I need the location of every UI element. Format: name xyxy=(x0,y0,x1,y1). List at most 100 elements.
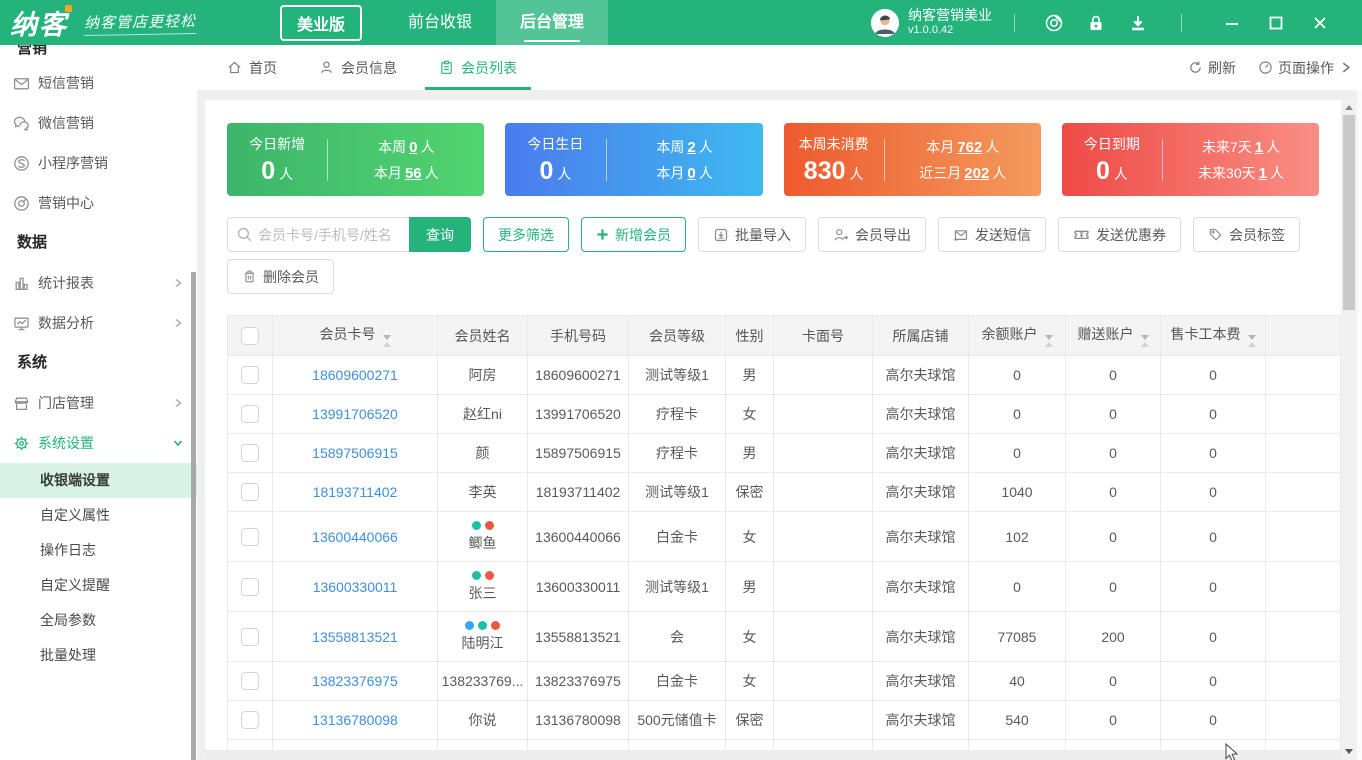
sort-carets[interactable] xyxy=(1248,335,1256,347)
col-card-fee[interactable]: 售卡工本费 xyxy=(1161,316,1266,356)
sort-carets[interactable] xyxy=(1141,335,1149,347)
stat-card-new-today[interactable]: 今日新增 0人 本周0人 本月56人 xyxy=(227,123,484,196)
close-icon[interactable] xyxy=(1298,0,1342,45)
col-card-no[interactable]: 会员卡号 xyxy=(273,316,438,356)
row-checkbox[interactable] xyxy=(241,711,259,729)
sidebar-subitem-cashier-settings[interactable]: 收银端设置 xyxy=(0,463,197,498)
tab-member-info[interactable]: 会员信息 xyxy=(305,45,411,90)
sidebar-item-report[interactable]: 统计报表 xyxy=(0,263,197,303)
member-card-no-link[interactable]: 18193711402 xyxy=(313,484,398,500)
member-toolbar-row2: 删除会员 xyxy=(227,259,1319,294)
member-card-no-link[interactable]: 13600440066 xyxy=(312,529,398,545)
sidebar-subitem-global-params[interactable]: 全局参数 xyxy=(0,603,197,638)
select-all-checkbox[interactable] xyxy=(241,327,259,345)
vertical-scrollbar[interactable] xyxy=(1341,100,1357,760)
scroll-up-arrow[interactable] xyxy=(1345,105,1353,110)
member-card-no-link[interactable]: 18609600271 xyxy=(312,367,398,383)
col-store: 所属店铺 xyxy=(873,316,969,356)
member-card-no-link[interactable]: 13558813521 xyxy=(312,629,398,645)
download-icon[interactable] xyxy=(1128,13,1148,33)
member-card-no-link[interactable]: 15897506915 xyxy=(312,445,398,461)
scrollbar-thumb[interactable] xyxy=(1343,115,1355,310)
search-group: 查询 xyxy=(227,217,471,252)
stat-cards: 今日新增 0人 本周0人 本月56人 今日生日 0人 本周2人 本月0人 xyxy=(227,123,1319,196)
sidebar-subitem-custom-reminder[interactable]: 自定义提醒 xyxy=(0,568,197,603)
send-coupon-button[interactable]: 发送优惠券 xyxy=(1058,217,1181,252)
col-gift[interactable]: 赠送账户 xyxy=(1066,316,1161,356)
query-button[interactable]: 查询 xyxy=(409,217,471,252)
stat-card-expire-today[interactable]: 今日到期 0人 未来7天1人 未来30天1人 xyxy=(1062,123,1319,196)
member-card-no-link[interactable]: 13823376975 xyxy=(312,673,398,689)
card-fee-cell: 0 xyxy=(1161,395,1266,434)
row-checkbox[interactable] xyxy=(241,405,259,423)
tab-member-list[interactable]: 会员列表 xyxy=(425,45,531,90)
filler-cell xyxy=(1266,434,1341,473)
horizontal-scrollbar[interactable] xyxy=(205,750,1341,760)
sidebar-item-system-settings[interactable]: 系统设置 xyxy=(0,423,197,463)
card-no-cell: 13600440066 xyxy=(273,512,438,562)
scroll-down-arrow[interactable] xyxy=(1345,749,1353,754)
name-cell: 你说 xyxy=(438,701,528,740)
sidebar-subitem-operation-log[interactable]: 操作日志 xyxy=(0,533,197,568)
empty-cell xyxy=(774,740,873,751)
sidebar-scrollbar[interactable] xyxy=(191,272,196,760)
sort-carets[interactable] xyxy=(383,335,391,347)
sidebar-item-marketing-center[interactable]: 营销中心 xyxy=(0,183,197,223)
row-checkbox[interactable] xyxy=(241,483,259,501)
add-member-button[interactable]: 新增会员 xyxy=(581,217,686,252)
delete-member-button[interactable]: 删除会员 xyxy=(227,259,334,294)
store-cell: 高尔夫球馆 xyxy=(873,395,969,434)
member-card-no-link[interactable]: 13136780098 xyxy=(312,712,398,728)
row-checkbox[interactable] xyxy=(241,672,259,690)
member-tag-button[interactable]: 会员标签 xyxy=(1193,217,1300,252)
sidebar-section-data: 数据 xyxy=(0,223,197,263)
empty-cell xyxy=(969,740,1066,751)
empty-cell xyxy=(528,740,629,751)
send-sms-button[interactable]: 发送短信 xyxy=(938,217,1046,252)
sidebar-subitem-batch-process[interactable]: 批量处理 xyxy=(0,638,197,673)
nav-back-manage[interactable]: 后台管理 xyxy=(496,0,608,45)
sidebar-item-sms-marketing[interactable]: 短信营销 xyxy=(0,63,197,103)
edition-badge-button[interactable]: 美业版 xyxy=(280,5,362,41)
export-member-button[interactable]: 会员导出 xyxy=(818,217,926,252)
row-checkbox[interactable] xyxy=(241,528,259,546)
refresh-button[interactable]: 刷新 xyxy=(1188,58,1236,78)
row-checkbox[interactable] xyxy=(241,578,259,596)
row-checkbox[interactable] xyxy=(241,444,259,462)
card-fee-cell: 0 xyxy=(1161,473,1266,512)
member-card-no-link[interactable]: 13991706520 xyxy=(312,406,398,422)
tab-home[interactable]: 首页 xyxy=(213,45,291,90)
maximize-icon[interactable] xyxy=(1254,0,1298,45)
trash-icon xyxy=(242,269,257,284)
gauge-icon xyxy=(1258,60,1273,75)
sort-carets[interactable] xyxy=(1045,335,1053,347)
stat-card-no-consume-week[interactable]: 本周未消费 830人 本月762人 近三月202人 xyxy=(784,123,1041,196)
gender-cell: 女 xyxy=(726,662,774,701)
row-checkbox[interactable] xyxy=(241,628,259,646)
sidebar-item-store-manage[interactable]: 门店管理 xyxy=(0,383,197,423)
bar-chart-icon xyxy=(13,275,30,292)
avatar[interactable] xyxy=(871,9,899,37)
sidebar-item-miniapp-marketing[interactable]: 小程序营销 xyxy=(0,143,197,183)
service-icon[interactable] xyxy=(1044,13,1064,33)
member-card-no-link[interactable]: 13600330011 xyxy=(313,579,398,595)
minimize-icon[interactable] xyxy=(1210,0,1254,45)
miniapp-icon xyxy=(13,155,30,172)
more-filter-button[interactable]: 更多筛选 xyxy=(483,217,569,252)
row-checkbox[interactable] xyxy=(241,366,259,384)
sidebar-section-marketing: 营销 xyxy=(0,45,197,63)
checkbox-cell xyxy=(228,473,273,512)
sidebar-item-wechat-marketing[interactable]: 微信营销 xyxy=(0,103,197,143)
sidebar-item-data-analysis[interactable]: 数据分析 xyxy=(0,303,197,343)
nav-front-cashier[interactable]: 前台收银 xyxy=(384,0,496,45)
col-balance[interactable]: 余额账户 xyxy=(969,316,1066,356)
sidebar-subitem-custom-attrs[interactable]: 自定义属性 xyxy=(0,498,197,533)
col-phone: 手机号码 xyxy=(528,316,629,356)
page-actions-button[interactable]: 页面操作 xyxy=(1258,58,1352,78)
search-input[interactable] xyxy=(227,217,409,252)
lock-icon[interactable] xyxy=(1086,13,1106,33)
stat-card-birthday-today[interactable]: 今日生日 0人 本周2人 本月0人 xyxy=(505,123,762,196)
gender-cell: 男 xyxy=(726,356,774,395)
batch-import-button[interactable]: 批量导入 xyxy=(698,217,806,252)
name-cell: 阿房 xyxy=(438,356,528,395)
